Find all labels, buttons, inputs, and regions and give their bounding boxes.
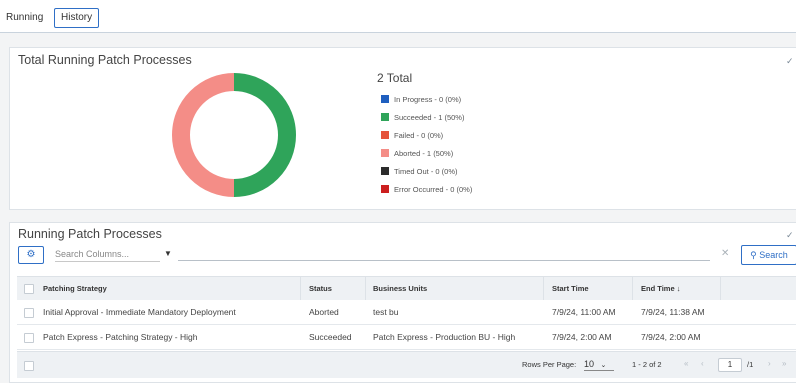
processes-title: Running Patch Processes <box>18 227 162 241</box>
collapse-icon[interactable]: ✓ <box>786 230 794 241</box>
cell-strategy: Initial Approval - Immediate Mandatory D… <box>43 307 236 317</box>
cell-start-time: 7/9/24, 11:00 AM <box>552 307 616 317</box>
legend-swatch <box>381 131 389 139</box>
total-count: 2 Total <box>377 71 413 85</box>
row-checkbox[interactable] <box>24 308 34 318</box>
donut-chart <box>172 73 296 197</box>
search-button[interactable]: ⚲ Search <box>741 245 796 265</box>
cell-status: Succeeded <box>309 332 352 342</box>
cell-business-units: test bu <box>373 307 399 317</box>
rows-per-page-label: Rows Per Page: <box>522 360 577 369</box>
tab-history[interactable]: History <box>54 8 100 28</box>
footer-checkbox[interactable] <box>24 361 34 371</box>
row-checkbox[interactable] <box>24 333 34 343</box>
legend-swatch <box>381 185 389 193</box>
legend-item: Error Occurred - 0 (0%) <box>381 184 472 196</box>
cell-start-time: 7/9/24, 2:00 AM <box>552 332 612 342</box>
cell-status: Aborted <box>309 307 339 317</box>
clear-icon[interactable]: ✕ <box>721 248 729 259</box>
sort-desc-icon: ↓ <box>676 284 681 293</box>
legend-label: In Progress - 0 (0%) <box>394 95 462 104</box>
cell-strategy: Patch Express - Patching Strategy - High <box>43 332 198 342</box>
legend-label: Timed Out - 0 (0%) <box>394 167 458 176</box>
select-all-checkbox[interactable] <box>24 284 34 294</box>
gear-icon: ⚙ <box>26 249 36 260</box>
legend-swatch <box>381 113 389 121</box>
legend-label: Error Occurred - 0 (0%) <box>394 185 473 194</box>
legend-item: In Progress - 0 (0%) <box>381 94 461 106</box>
legend-item: Aborted - 1 (50%) <box>381 148 453 160</box>
legend-item: Timed Out - 0 (0%) <box>381 166 458 178</box>
search-columns-select[interactable]: Search Columns... <box>55 247 160 262</box>
last-page-icon[interactable]: » <box>782 359 786 368</box>
search-icon: ⚲ <box>750 250 757 260</box>
first-page-icon[interactable]: « <box>684 359 688 368</box>
column-header-status[interactable]: Status <box>309 284 332 293</box>
collapse-icon[interactable]: ✓ <box>786 56 794 67</box>
page-total: /1 <box>747 360 754 369</box>
legend-swatch <box>381 167 389 175</box>
table-footer <box>17 351 796 378</box>
table-header: Patching Strategy Status Business Units … <box>17 276 796 301</box>
tab-strip: Running History <box>0 0 796 33</box>
rows-per-page-select[interactable]: 10 ⌄ <box>584 358 614 371</box>
legend-label: Succeeded - 1 (50%) <box>394 113 465 122</box>
legend-item: Succeeded - 1 (50%) <box>381 112 464 124</box>
table-row[interactable]: Patch Express - Patching Strategy - High… <box>17 325 796 350</box>
cell-business-units: Patch Express - Production BU - High <box>373 332 516 342</box>
search-button-label: Search <box>759 250 788 260</box>
search-input[interactable] <box>178 260 710 261</box>
column-header-strategy[interactable]: Patching Strategy <box>43 284 107 293</box>
summary-title: Total Running Patch Processes <box>18 53 192 67</box>
legend-label: Aborted - 1 (50%) <box>394 149 454 158</box>
table-row[interactable]: Initial Approval - Immediate Mandatory D… <box>17 300 796 325</box>
donut-slice-aborted[interactable] <box>172 73 235 197</box>
chevron-down-icon: ⌄ <box>600 362 607 369</box>
page-number-input[interactable]: 1 <box>718 358 742 372</box>
column-settings-button[interactable]: ⚙ <box>18 246 44 264</box>
column-header-start-time[interactable]: Start Time <box>552 284 589 293</box>
chevron-down-icon[interactable]: ▼ <box>164 247 172 261</box>
cell-end-time: 7/9/24, 11:38 AM <box>641 307 705 317</box>
next-page-icon[interactable]: › <box>768 359 771 368</box>
legend-swatch <box>381 95 389 103</box>
column-header-end-time[interactable]: End Time ↓ <box>641 284 680 293</box>
legend-item: Failed - 0 (0%) <box>381 130 443 142</box>
pagination-range: 1 - 2 of 2 <box>632 360 662 369</box>
donut-slice-succeeded[interactable] <box>233 73 296 197</box>
tab-running[interactable]: Running <box>6 8 43 28</box>
prev-page-icon[interactable]: ‹ <box>701 359 704 368</box>
legend-swatch <box>381 149 389 157</box>
legend-label: Failed - 0 (0%) <box>394 131 444 140</box>
column-header-business-units[interactable]: Business Units <box>373 284 427 293</box>
cell-end-time: 7/9/24, 2:00 AM <box>641 332 701 342</box>
